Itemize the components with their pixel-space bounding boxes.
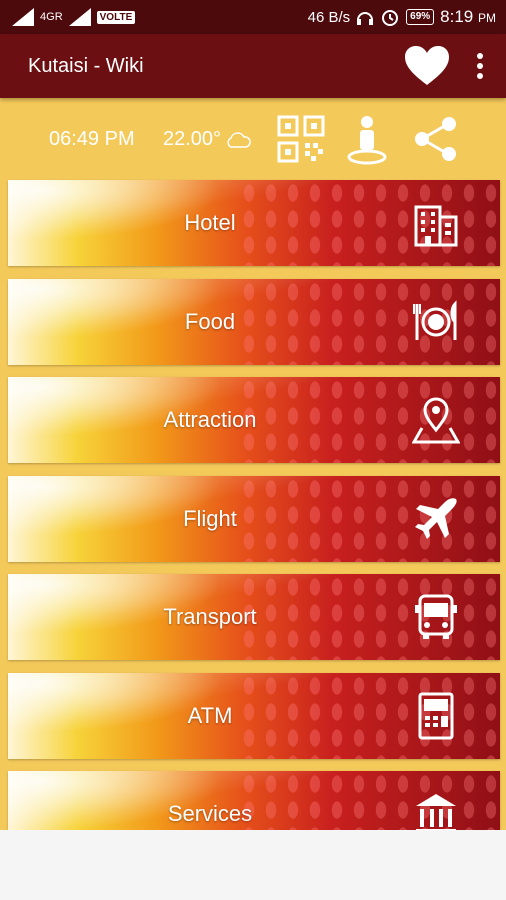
menu-item-label: Flight bbox=[183, 505, 237, 531]
weather-display: 22.00° bbox=[163, 128, 251, 151]
status-left: 4GR VOLTE bbox=[12, 8, 136, 26]
share-icon[interactable] bbox=[412, 115, 460, 163]
airplane-icon bbox=[415, 497, 457, 539]
menu-item-label: Hotel bbox=[184, 210, 236, 235]
bank-icon bbox=[416, 794, 456, 830]
app-title: Kutaisi - Wiki bbox=[28, 54, 144, 77]
local-time: 06:49 PM bbox=[49, 128, 135, 150]
bottom-area bbox=[0, 830, 506, 900]
plate-cutlery-icon bbox=[413, 299, 457, 340]
menu-item-label: Attraction bbox=[163, 407, 257, 432]
menu-item-transport[interactable]: Transport bbox=[8, 574, 500, 660]
menu-item-label: Transport bbox=[163, 604, 257, 629]
volte-badge: VOLTE bbox=[96, 10, 136, 24]
menu-item-flight[interactable]: Flight bbox=[8, 475, 500, 562]
headset-icon bbox=[357, 12, 374, 25]
menu-item-label: ATM bbox=[187, 702, 233, 728]
hotel-building-icon bbox=[414, 205, 458, 247]
more-vert-icon[interactable] bbox=[476, 52, 484, 80]
app-actions bbox=[404, 45, 484, 87]
qr-code-icon[interactable] bbox=[277, 115, 325, 163]
alarm-icon bbox=[382, 10, 399, 26]
content-area: 06:49 PM 22.00° Hotel Food Attraction Fl… bbox=[0, 98, 506, 830]
status-time: 8:19 PM bbox=[440, 7, 496, 26]
app-bar: Kutaisi - Wiki bbox=[0, 34, 506, 98]
menu-item-atm[interactable]: ATM bbox=[8, 672, 500, 759]
network-type: 4GR bbox=[40, 10, 63, 23]
signal-icon bbox=[12, 8, 34, 26]
network-speed: 46 B/s bbox=[307, 8, 351, 26]
signal-icon-2 bbox=[68, 8, 91, 26]
menu-item-services[interactable]: Services bbox=[8, 771, 500, 830]
menu-item-hotel[interactable]: Hotel bbox=[8, 180, 500, 266]
heart-icon[interactable] bbox=[404, 45, 450, 87]
battery-indicator: 69% bbox=[406, 9, 435, 25]
category-menu: Hotel Food Attraction Flight Transport A… bbox=[8, 180, 500, 830]
bus-icon bbox=[415, 594, 457, 639]
info-row: 06:49 PM 22.00° bbox=[0, 98, 506, 180]
map-pin-icon bbox=[412, 397, 460, 444]
menu-item-attraction[interactable]: Attraction bbox=[8, 377, 500, 463]
status-bar: 4GR VOLTE 46 B/s 69% 8:19 PM bbox=[0, 0, 506, 34]
cloud-icon bbox=[227, 131, 251, 148]
temperature: 22.00° bbox=[163, 128, 222, 150]
menu-item-label: Food bbox=[184, 308, 236, 334]
atm-icon bbox=[418, 692, 454, 739]
person-location-icon[interactable] bbox=[346, 115, 388, 165]
menu-item-label: Services bbox=[167, 801, 253, 826]
status-right: 46 B/s 69% 8:19 PM bbox=[308, 7, 496, 27]
menu-item-food[interactable]: Food bbox=[8, 278, 500, 365]
